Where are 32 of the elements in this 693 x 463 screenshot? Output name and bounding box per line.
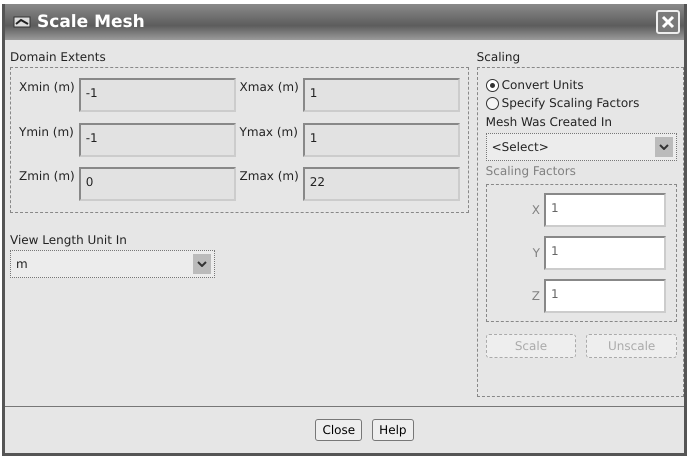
field-label: Xmax (m)	[240, 79, 299, 94]
field-label: Zmin (m)	[19, 168, 75, 184]
input-field[interactable]: -1	[78, 122, 236, 157]
input-field[interactable]: 1	[302, 78, 460, 112]
mesh-unit-dropdown[interactable]: <Select>	[486, 133, 677, 161]
input-field[interactable]: -1	[78, 78, 236, 112]
field-label: View Length Unit In	[10, 233, 128, 249]
group-label: Scaling	[476, 50, 522, 66]
chevron-down-icon	[197, 261, 207, 267]
field-label: X	[530, 203, 540, 217]
field-label: Xmin (m)	[19, 79, 75, 94]
field-label: Z	[530, 289, 540, 303]
group-label: Scaling Factors	[486, 164, 577, 180]
field-label: Ymax (m)	[240, 124, 299, 139]
button[interactable]: Close	[315, 419, 362, 441]
field-label: Ymin (m)	[19, 124, 75, 139]
close-button[interactable]	[656, 10, 680, 34]
field-label: Y	[532, 246, 540, 260]
field-label: Zmax (m)	[240, 168, 299, 184]
button[interactable]: Help	[372, 419, 414, 441]
close-icon	[661, 15, 675, 29]
chevron-down-icon	[659, 144, 669, 150]
window-icon	[13, 16, 31, 28]
input-field[interactable]: 0	[78, 167, 236, 202]
radio-option[interactable]: Convert Units	[486, 76, 677, 94]
unit-dropdown[interactable]: m	[10, 250, 215, 278]
input-field[interactable]: 22	[302, 167, 460, 202]
field-label: Mesh Was Created In	[486, 115, 613, 131]
group-label: Domain Extents	[10, 50, 107, 66]
radio-option[interactable]: Specify Scaling Factors	[486, 94, 677, 112]
input-field[interactable]: 1	[302, 122, 460, 157]
window-title: Scale Mesh	[37, 12, 146, 32]
